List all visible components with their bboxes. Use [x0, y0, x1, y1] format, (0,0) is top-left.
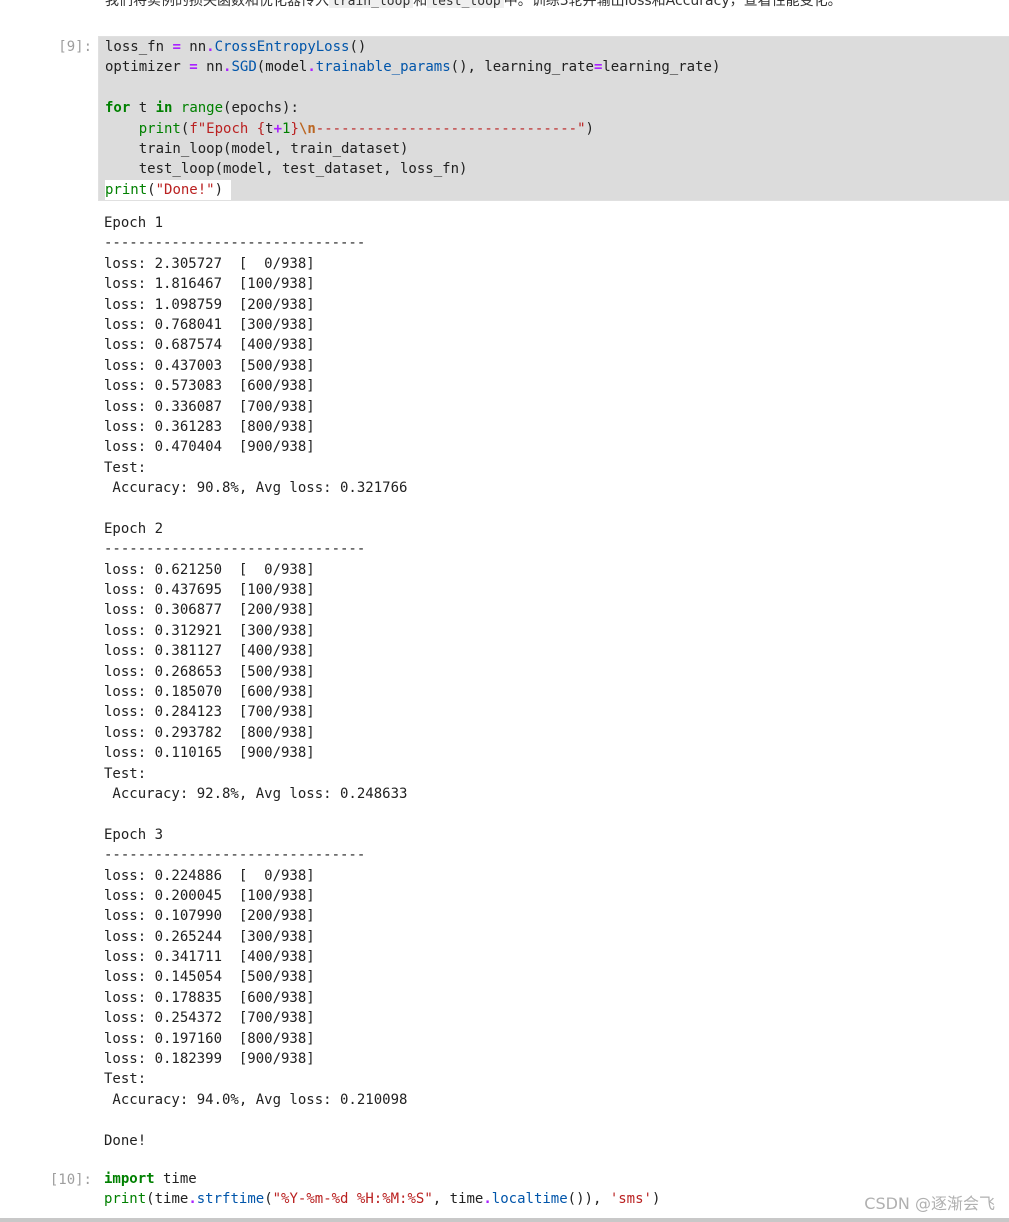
output-line: loss: 0.107990 [200/938] — [104, 908, 315, 925]
output-line: loss: 0.265244 [300/938] — [104, 928, 315, 945]
cell-9-output: Epoch 1 ------------------------------- lo… — [104, 213, 984, 1151]
code-line: print(f"Epoch {t+1}\n-------------------… — [138, 120, 594, 137]
output-line: loss: 0.470404 [900/938] — [104, 439, 315, 456]
inline-code-train-loop: train_loop — [329, 0, 414, 8]
code-line: loss_fn = nn.CrossEntropyLoss() — [105, 39, 367, 55]
code-line: import time — [104, 1171, 197, 1187]
output-line: loss: 0.341711 [400/938] — [104, 949, 315, 966]
code-line: optimizer = nn.SGD(model.trainable_param… — [105, 59, 721, 76]
output-line: Epoch 1 — [104, 215, 164, 231]
output-line: Epoch 2 — [104, 520, 164, 537]
output-line: loss: 0.182399 [900/938] — [104, 1051, 315, 1068]
output-line: loss: 0.336087 [700/938] — [104, 398, 315, 415]
output-line: ------------------------------- — [104, 235, 366, 252]
output-line: loss: 0.306877 [200/938] — [104, 602, 315, 619]
output-line: ------------------------------- — [104, 847, 366, 864]
output-line: Accuracy: 90.8%, Avg loss: 0.321766 — [104, 480, 408, 497]
horizontal-scrollbar[interactable] — [0, 1218, 1009, 1222]
output-line: Accuracy: 94.0%, Avg loss: 0.210098 — [104, 1091, 408, 1108]
markdown-text-after: 中。训练3轮并输出loss和Accuracy，查看性能变化。 — [503, 0, 842, 8]
output-line: loss: 0.293782 [800/938] — [104, 724, 315, 741]
output-line: Test: — [104, 1071, 147, 1088]
output-line: loss: 0.110165 [900/938] — [104, 745, 315, 762]
output-line: loss: 0.361283 [800/938] — [104, 418, 315, 435]
output-line: loss: 0.254372 [700/938] — [104, 1010, 315, 1027]
output-line: loss: 0.381127 [400/938] — [104, 643, 315, 660]
output-line: loss: 0.284123 [700/938] — [104, 704, 315, 721]
cell-10-prompt: [10]: — [49, 1172, 92, 1188]
output-line: loss: 0.573083 [600/938] — [104, 378, 315, 395]
output-line: loss: 0.437003 [500/938] — [104, 357, 315, 374]
output-line: loss: 0.768041 [300/938] — [104, 316, 315, 333]
cell-9-prompt: [9]: — [58, 39, 92, 55]
output-line: loss: 0.312921 [300/938] — [104, 622, 315, 639]
cell-9-input[interactable]: loss_fn = nn.CrossEntropyLoss() optimize… — [98, 36, 1009, 202]
markdown-text: 我们将实例的损失函数和优化器传入 train_loop 和 test_loop 中。训练… — [105, 0, 1009, 8]
markdown-text-middle: 和 — [413, 0, 428, 8]
code-line: test_loop(model, test_dataset, loss_fn) — [105, 161, 468, 178]
output-line: loss: 1.098759 [200/938] — [104, 296, 315, 313]
output-line: Epoch 3 — [104, 826, 164, 843]
output-line: loss: 0.200045 [100/938] — [104, 887, 315, 904]
output-line: loss: 0.224886 [ 0/938] — [104, 867, 315, 884]
output-line: loss: 0.621250 [ 0/938] — [104, 561, 315, 578]
code-line: for t in range(epochs): — [105, 100, 299, 117]
code-line: print("Done!") — [105, 179, 231, 201]
output-line: loss: 1.816467 [100/938] — [104, 276, 315, 293]
code-editor[interactable]: loss_fn = nn.CrossEntropyLoss() optimize… — [99, 37, 1009, 201]
output-line: loss: 0.185070 [600/938] — [104, 683, 315, 700]
output-line: loss: 0.178835 [600/938] — [104, 989, 315, 1006]
inline-code-test-loop: test_loop — [427, 0, 504, 8]
output-line: loss: 2.305727 [ 0/938] — [104, 255, 315, 272]
output-line: loss: 0.197160 [800/938] — [104, 1030, 315, 1047]
output-line: Done! — [104, 1132, 147, 1149]
output-line: loss: 0.687574 [400/938] — [104, 337, 315, 354]
output-line: loss: 0.268653 [500/938] — [104, 663, 315, 680]
output-line: Accuracy: 92.8%, Avg loss: 0.248633 — [104, 785, 408, 802]
output-line: loss: 0.437695 [100/938] — [104, 582, 315, 599]
output-line: Test: — [104, 765, 147, 782]
output-line: loss: 0.145054 [500/938] — [104, 969, 315, 986]
output-line: ------------------------------- — [104, 541, 366, 558]
output-line: Test: — [104, 459, 147, 476]
code-line: train_loop(model, train_dataset) — [105, 140, 409, 157]
watermark: CSDN @逐渐会飞 — [864, 1194, 995, 1213]
markdown-text-before: 我们将实例的损失函数和优化器传入 — [105, 0, 329, 8]
